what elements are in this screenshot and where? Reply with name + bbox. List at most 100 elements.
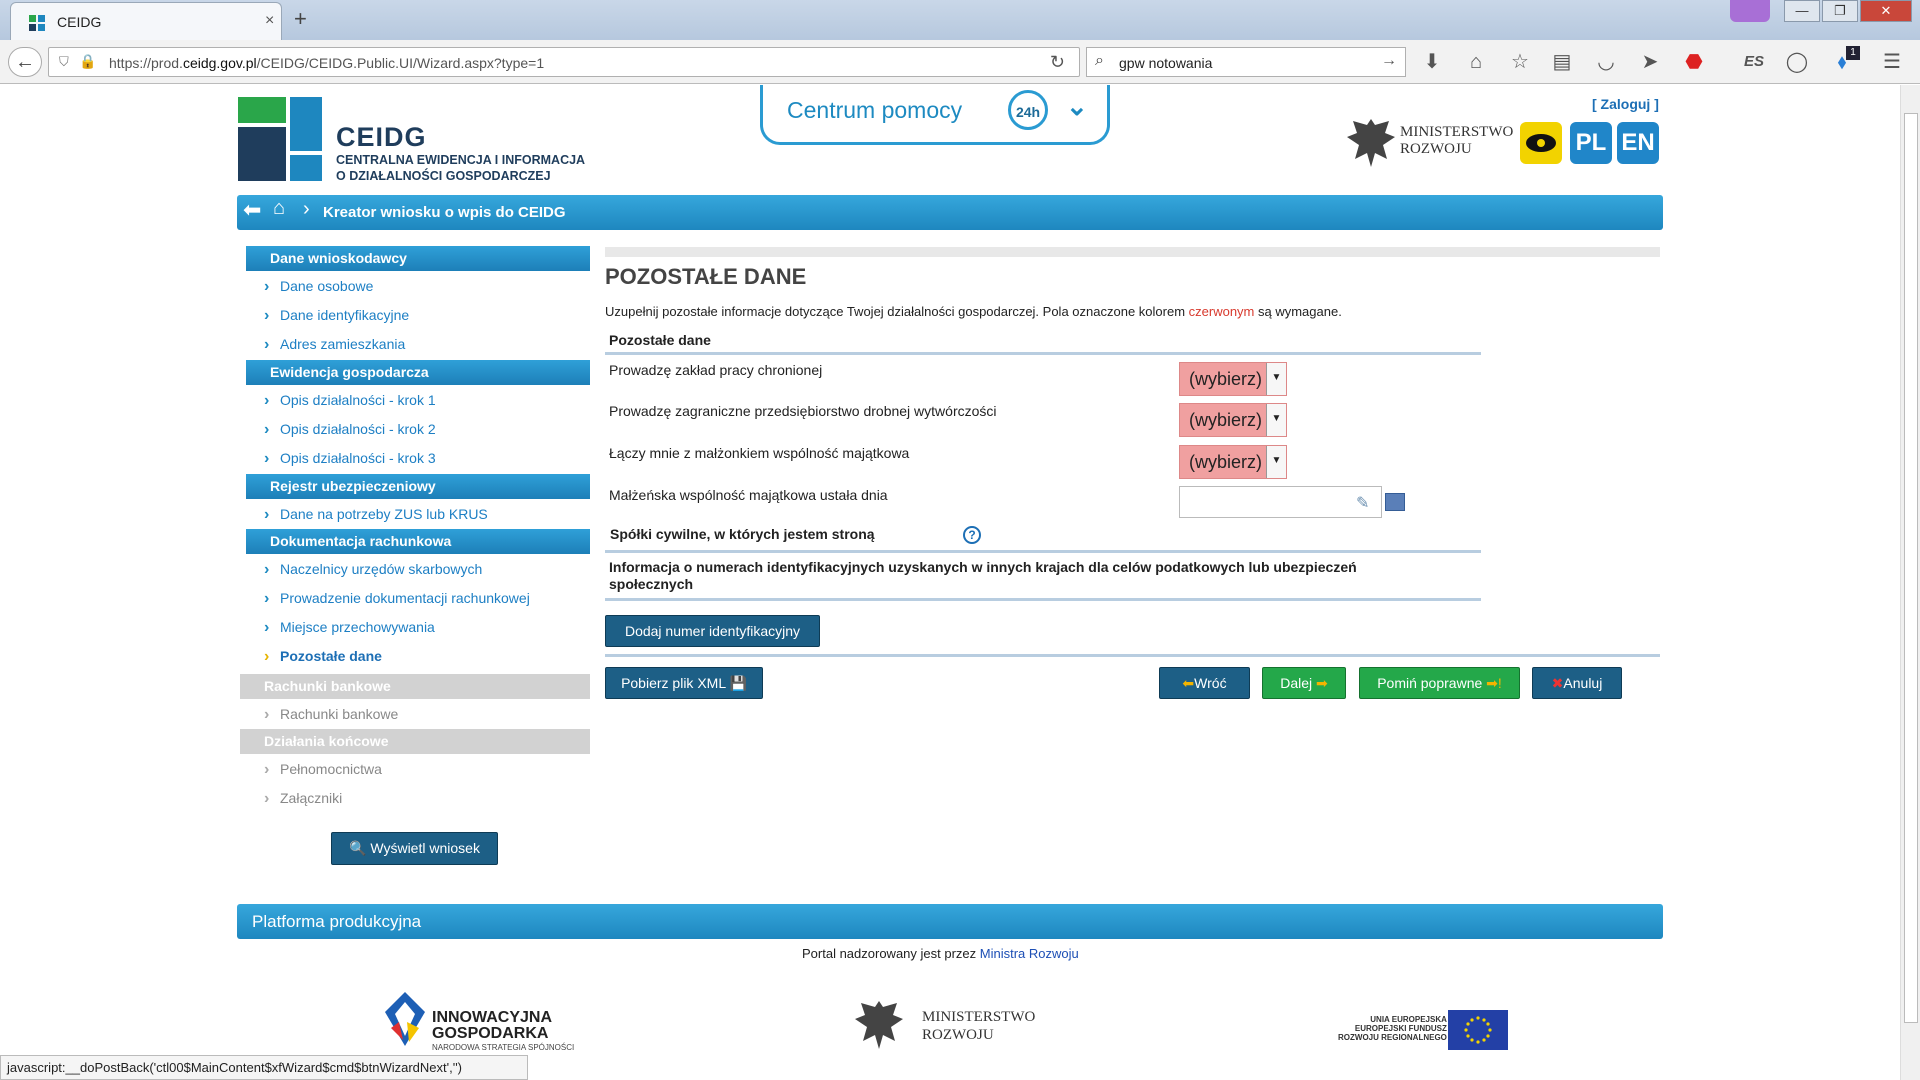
ministry-logo-text: MINISTERSTWO ROZWOJU — [1400, 124, 1513, 158]
sidebar-item-opis-krok-2[interactable]: › Opis działalności - krok 2 — [264, 421, 436, 439]
shield-icon: ⛉ — [59, 54, 69, 69]
next-label: Dalej — [1280, 675, 1313, 691]
show-application-button[interactable]: 🔍 Wyświetl wniosek — [331, 832, 498, 865]
language-pl-button[interactable]: PL — [1570, 122, 1612, 164]
show-application-label: Wyświetl wniosek — [370, 840, 480, 856]
sidebar-item-adres-zamieszkania[interactable]: › Adres zamieszkania — [264, 336, 405, 354]
logo-subtitle-1: CENTRALNA EWIDENCJA I INFORMACJA — [336, 153, 586, 167]
eraser-icon[interactable]: ✎ — [1356, 493, 1369, 513]
ministry-line-1: MINISTERSTWO — [1400, 124, 1514, 140]
chevron-right-icon: › — [264, 790, 270, 807]
sidebar-item-label: Naczelnicy urzędów skarbowych — [280, 561, 483, 577]
chevron-right-icon: › — [264, 336, 270, 353]
sidebar-section-dokumentacja-rachunkowa[interactable]: Dokumentacja rachunkowa — [240, 529, 590, 554]
calendar-icon[interactable] — [1385, 493, 1405, 511]
maximize-button[interactable]: ❐ — [1822, 0, 1858, 22]
search-bar[interactable]: ⌕ gpw notowania → — [1086, 47, 1406, 77]
sidebar-item-label: Dane identyfikacyjne — [280, 307, 410, 323]
x-cancel-icon: ✖ — [1551, 675, 1564, 691]
add-id-button[interactable]: Dodaj numer identyfikacyjny — [605, 615, 820, 647]
tab-close-icon[interactable]: × — [265, 12, 274, 30]
url-suffix: /CEIDG/CEIDG.Public.UI/Wizard.aspx?type=… — [256, 55, 545, 71]
sidebar-item-opis-krok-3[interactable]: › Opis działalności - krok 3 — [264, 450, 436, 468]
scrollbar-thumb[interactable] — [1904, 113, 1918, 1023]
sidebar-item-naczelnicy-urzedow[interactable]: › Naczelnicy urzędów skarbowych — [264, 561, 482, 579]
select-wspolnosc[interactable]: (wybierz) ▼ — [1179, 445, 1287, 479]
ministry-footer-line-2: ROZWOJU — [922, 1027, 994, 1043]
reload-icon[interactable]: ↻ — [1050, 52, 1065, 73]
chevron-right-icon: › — [264, 761, 270, 778]
arrow-right-icon: ➡ — [1316, 675, 1328, 691]
help-center-button[interactable]: Centrum pomocy 24h ⌄ — [760, 85, 1110, 145]
sidebar-item-label: Pełnomocnictwa — [280, 761, 382, 777]
floppy-icon: 💾 — [729, 675, 747, 691]
new-tab-button[interactable]: + — [294, 6, 307, 32]
sidebar-item-prowadzenie-dokumentacji[interactable]: › Prowadzenie dokumentacji rachunkowej — [264, 590, 530, 608]
download-icon[interactable]: ⬇ — [1418, 48, 1446, 76]
url-domain: ceidg.gov.pl — [182, 55, 257, 71]
private-mask-icon[interactable] — [1730, 0, 1770, 22]
language-en-button[interactable]: EN — [1617, 122, 1659, 164]
vertical-scrollbar[interactable] — [1900, 85, 1920, 1080]
sidebar-item-dane-osobowe[interactable]: › Dane osobowe — [264, 278, 373, 296]
sidebar-item-miejsce-przechowywania[interactable]: › Miejsce przechowywania — [264, 619, 435, 637]
innovative-economy-text: INNOWACYJNA GOSPODARKA — [432, 1010, 552, 1042]
intro-text: Uzupełnij pozostałe informacje dotyczące… — [605, 304, 1342, 319]
adblock-icon[interactable]: ⬣ — [1680, 48, 1708, 76]
lock-icon: 🔒 — [79, 53, 97, 69]
search-go-icon[interactable]: → — [1381, 52, 1397, 70]
menu-icon[interactable]: ☰ — [1878, 48, 1906, 76]
portal-text: Portal nadzorowany jest przez — [802, 946, 980, 961]
help-question-icon[interactable]: ? — [963, 526, 981, 544]
sidebar-item-dane-zus-krus[interactable]: › Dane na potrzeby ZUS lub KRUS — [264, 506, 488, 524]
select-zagraniczne[interactable]: (wybierz) ▼ — [1179, 403, 1287, 437]
sidebar-item-opis-krok-1[interactable]: › Opis działalności - krok 1 — [264, 392, 436, 410]
home-icon[interactable]: ⌂ — [1462, 48, 1490, 76]
select-zaklad-pracy[interactable]: (wybierz) ▼ — [1179, 362, 1287, 396]
back-button[interactable]: ⬅Wróć — [1159, 667, 1250, 699]
back-arrow-icon[interactable]: ⬅ — [243, 197, 261, 223]
field-label-date: Małżeńska wspólność majątkowa ustała dni… — [609, 487, 888, 503]
skip-valid-button[interactable]: Pomiń poprawne ➡! — [1359, 667, 1520, 699]
eu-fund-text: UNIA EUROPEJSKA EUROPEJSKI FUNDUSZ ROZWOJU… — [1338, 1015, 1447, 1042]
search-input[interactable]: gpw notowania — [1119, 55, 1212, 71]
es-extension-icon[interactable]: ES — [1740, 48, 1768, 76]
browser-tab[interactable]: CEIDG × — [10, 2, 282, 40]
select-value: (wybierz) — [1189, 452, 1263, 472]
close-window-button[interactable]: ✕ — [1860, 0, 1912, 22]
minimize-button[interactable]: — — [1784, 0, 1820, 22]
address-bar[interactable]: ⛉ 🔒 https://prod.ceidg.gov.pl/CEIDG/CEID… — [48, 47, 1080, 77]
send-icon[interactable]: ➤ — [1636, 48, 1664, 76]
skip-label: Pomiń poprawne — [1377, 675, 1483, 691]
chevron-right-icon: › — [264, 561, 270, 578]
field-label-wspolnosc: Łączy mnie z małżonkiem wspólność majątk… — [609, 445, 910, 461]
eu-line-1: UNIA EUROPEJSKA — [1370, 1015, 1447, 1024]
bookmark-star-icon[interactable]: ☆ — [1506, 48, 1534, 76]
sidebar-item-pozostale-dane[interactable]: › Pozostałe dane — [264, 648, 382, 666]
sidebar-section-dane-wnioskodawcy[interactable]: Dane wnioskodawcy — [240, 246, 590, 271]
spolki-label: Spółki cywilne, w których jestem stroną — [610, 526, 875, 542]
home-icon[interactable]: ⌂ — [273, 197, 285, 220]
reading-list-icon[interactable]: ▤ — [1548, 48, 1576, 76]
chat-icon[interactable]: ◯ — [1783, 48, 1811, 76]
download-xml-button[interactable]: Pobierz plik XML 💾 — [605, 667, 763, 699]
url-text: https://prod.ceidg.gov.pl/CEIDG/CEIDG.Pu… — [109, 55, 544, 71]
chevron-right-icon: › — [264, 590, 270, 607]
pocket-icon[interactable]: ◡ — [1592, 48, 1620, 76]
ministry-link[interactable]: Ministra Rozwoju — [980, 946, 1079, 961]
cancel-button[interactable]: ✖Anuluj — [1532, 667, 1622, 699]
sidebar-item-dane-identyfikacyjne[interactable]: › Dane identyfikacyjne — [264, 307, 409, 325]
next-button[interactable]: Dalej ➡ — [1262, 667, 1346, 699]
sidebar-section-rejestr-ubezpieczeniowy[interactable]: Rejestr ubezpieczeniowy — [240, 474, 590, 499]
field-label-zaklad-pracy: Prowadzę zakład pracy chronionej — [609, 362, 823, 378]
sidebar-item-label: Miejsce przechowywania — [280, 619, 435, 635]
sidebar-section-ewidencja-gospodarcza[interactable]: Ewidencja gospodarcza — [240, 360, 590, 385]
sidebar-item-zalaczniki: › Załączniki — [264, 790, 342, 808]
platform-bar: Platforma produkcyjna — [237, 904, 1663, 939]
back-arrow-icon[interactable]: ← — [8, 47, 42, 77]
login-link[interactable]: [ Zaloguj ] — [1592, 96, 1659, 112]
date-input[interactable]: ✎ — [1179, 486, 1382, 518]
sidebar-item-label: Pozostałe dane — [280, 648, 382, 664]
accessibility-eye-icon[interactable] — [1520, 122, 1562, 164]
logo-blue-block-small — [290, 155, 322, 181]
